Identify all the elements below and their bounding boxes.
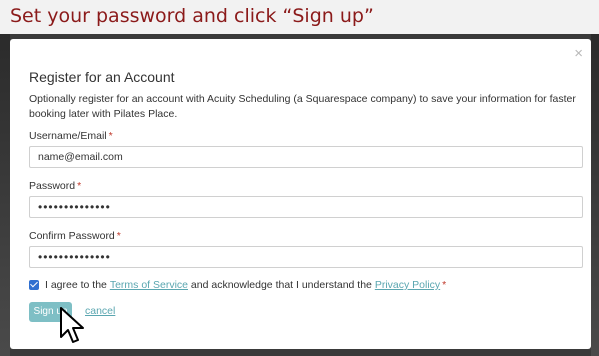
password-label-text: Password: [29, 180, 76, 192]
backdrop-right-strip: [591, 34, 599, 356]
password-input[interactable]: [29, 196, 583, 218]
close-icon[interactable]: ×: [574, 46, 583, 61]
instruction-text: Set your password and click “Sign up”: [10, 5, 374, 27]
confirm-password-label: Confirm Password *: [29, 230, 121, 242]
modal-description: Optionally register for an account with …: [29, 93, 576, 120]
required-mark: *: [116, 230, 121, 242]
agree-prefix: I agree to the: [45, 279, 107, 291]
agree-middle: and acknowledge that I understand the: [190, 279, 372, 291]
required-mark: *: [77, 180, 82, 192]
agree-checkbox[interactable]: [29, 280, 39, 290]
confirm-password-input[interactable]: [29, 246, 583, 268]
modal-title: Register for an Account: [29, 69, 175, 85]
agree-row: I agree to the Terms of Service and ackn…: [29, 279, 446, 291]
backdrop-left-strip: [0, 34, 10, 356]
privacy-policy-link[interactable]: Privacy Policy: [375, 279, 440, 291]
confirm-password-label-text: Confirm Password: [29, 230, 115, 242]
terms-of-service-link[interactable]: Terms of Service: [110, 279, 188, 291]
register-modal: × Register for an Account Optionally reg…: [10, 39, 591, 349]
username-label-text: Username/Email: [29, 130, 107, 142]
instruction-caption: Set your password and click “Sign up”: [0, 0, 599, 34]
password-label: Password *: [29, 180, 81, 192]
required-mark: *: [442, 279, 447, 291]
required-mark: *: [108, 130, 113, 142]
cancel-link[interactable]: cancel: [85, 305, 115, 317]
arrow-cursor-icon: [60, 307, 84, 343]
username-input[interactable]: [29, 146, 583, 168]
username-label: Username/Email *: [29, 130, 113, 142]
